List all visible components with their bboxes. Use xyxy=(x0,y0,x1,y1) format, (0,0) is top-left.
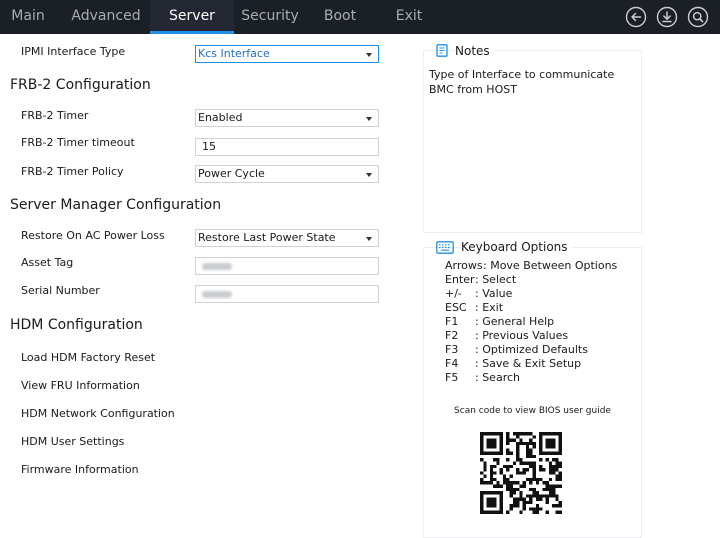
frb2-timeout-label: FRB-2 Timer timeout xyxy=(21,136,135,149)
kb-key-label: ESC xyxy=(445,301,467,314)
back-icon[interactable] xyxy=(625,6,647,28)
tab-exit[interactable]: Exit xyxy=(384,0,434,34)
chevron-down-icon xyxy=(366,237,372,241)
kb-key-label: F1 xyxy=(445,315,459,328)
ipmi-interface-type-select[interactable]: Kcs Interface xyxy=(195,45,379,63)
kb-key-desc: : Exit xyxy=(475,301,504,314)
kb-key-desc: : Optimized Defaults xyxy=(475,343,588,356)
kb-key-desc: : General Help xyxy=(475,315,555,328)
frb2-section-title: FRB-2 Configuration xyxy=(10,77,151,93)
restore-ac-power-value: Restore Last Power State xyxy=(198,231,336,244)
frb2-timer-select[interactable]: Enabled xyxy=(195,109,379,127)
hdm-section-title: HDM Configuration xyxy=(10,317,143,333)
keyboard-options-title: Keyboard Options xyxy=(461,240,572,254)
asset-tag-redacted-value xyxy=(202,263,232,270)
kb-key-label: F2 xyxy=(445,329,459,342)
ipmi-interface-type-label: IPMI Interface Type xyxy=(21,45,126,58)
frb2-policy-label: FRB-2 Timer Policy xyxy=(21,165,124,178)
ipmi-interface-type-value: Kcs Interface xyxy=(198,47,270,60)
kb-key-desc: : Move Between Options xyxy=(483,259,618,272)
frb2-timeout-value: 15 xyxy=(202,140,216,153)
asset-tag-input[interactable] xyxy=(195,257,379,275)
serial-number-label: Serial Number xyxy=(21,284,100,297)
kb-key-label: F4 xyxy=(445,357,459,370)
kb-row-f2: F2 : Previous Values xyxy=(445,329,568,342)
tab-main[interactable]: Main xyxy=(0,0,56,34)
hdm-item-user-settings[interactable]: HDM User Settings xyxy=(21,435,124,448)
tab-security[interactable]: Security xyxy=(234,0,306,34)
tab-boot[interactable]: Boot xyxy=(312,0,368,34)
kb-row-esc: ESC : Exit xyxy=(445,301,503,314)
notes-icon xyxy=(436,44,448,57)
kb-key-label: +/- xyxy=(445,287,462,300)
kb-key-desc: : Search xyxy=(475,371,520,384)
frb2-policy-value: Power Cycle xyxy=(198,167,265,180)
chevron-down-icon xyxy=(366,173,372,177)
kb-row-plus-minus: +/- : Value xyxy=(445,287,512,300)
qr-code-icon xyxy=(480,432,562,514)
hdm-item-network-config[interactable]: HDM Network Configuration xyxy=(21,407,175,420)
kb-key-label: F5 xyxy=(445,371,459,384)
kb-row-arrows: Arrows: Move Between Options xyxy=(445,259,617,272)
tab-advanced[interactable]: Advanced xyxy=(62,0,150,34)
qr-caption: Scan code to view BIOS user guide xyxy=(454,406,611,416)
hdm-item-view-fru[interactable]: View FRU Information xyxy=(21,379,140,392)
frb2-timer-label: FRB-2 Timer xyxy=(21,109,89,122)
kb-key-label: F3 xyxy=(445,343,459,356)
asset-tag-label: Asset Tag xyxy=(21,256,74,269)
kb-key-desc: : Select xyxy=(475,273,517,286)
kb-key-desc: : Previous Values xyxy=(475,329,569,342)
kb-key-desc: : Save & Exit Setup xyxy=(475,357,582,370)
hdm-item-factory-reset[interactable]: Load HDM Factory Reset xyxy=(21,351,155,364)
kb-row-enter: Enter: Select xyxy=(445,273,516,286)
restore-ac-power-label: Restore On AC Power Loss xyxy=(21,229,165,242)
serial-number-redacted-value xyxy=(202,291,232,298)
download-icon[interactable] xyxy=(656,6,678,28)
notes-title: Notes xyxy=(455,44,494,58)
tab-server[interactable]: Server xyxy=(150,0,234,34)
kb-key-desc: : Value xyxy=(475,287,513,300)
restore-ac-power-select[interactable]: Restore Last Power State xyxy=(195,229,379,247)
notes-text: Type of Interface to communicate BMC fro… xyxy=(429,68,615,96)
server-manager-section-title: Server Manager Configuration xyxy=(10,197,222,213)
kb-row-f1: F1 : General Help xyxy=(445,315,554,328)
search-icon[interactable] xyxy=(687,6,709,28)
hdm-item-firmware-info[interactable]: Firmware Information xyxy=(21,463,139,476)
kb-key-label: Enter xyxy=(445,273,475,286)
frb2-timer-value: Enabled xyxy=(198,111,243,124)
frb2-timeout-input[interactable]: 15 xyxy=(195,138,379,156)
chevron-down-icon xyxy=(366,117,372,121)
kb-row-f4: F4 : Save & Exit Setup xyxy=(445,357,581,370)
top-nav-bar: Main Advanced Server Security Boot Exit xyxy=(0,0,720,34)
kb-key-label: Arrows xyxy=(445,259,483,272)
kb-row-f3: F3 : Optimized Defaults xyxy=(445,343,588,356)
chevron-down-icon xyxy=(366,53,372,57)
keyboard-icon xyxy=(436,241,454,254)
serial-number-input[interactable] xyxy=(195,285,379,303)
frb2-policy-select[interactable]: Power Cycle xyxy=(195,165,379,183)
kb-row-f5: F5 : Search xyxy=(445,371,520,384)
